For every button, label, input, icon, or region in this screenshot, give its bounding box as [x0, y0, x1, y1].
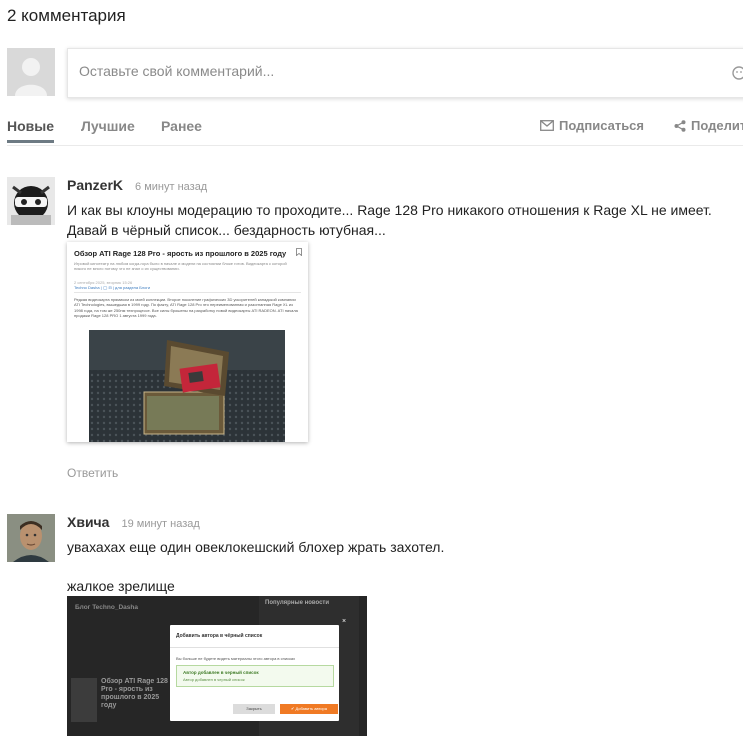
- article-divider: [74, 292, 301, 293]
- reply-link[interactable]: Ответить: [67, 466, 118, 480]
- article-meta: 2 сентября 2025, вторник 15:26 Techno Da…: [74, 280, 150, 290]
- comment-text-line: Давай в чёрный список... бездарность юту…: [67, 222, 386, 238]
- khvicha-avatar-image: [7, 514, 55, 562]
- bg-blog-title: Блог Techno_Dasha: [75, 604, 138, 611]
- article-title: Обзор ATI Rage 128 Pro - ярость из прошл…: [74, 249, 287, 258]
- comment-input[interactable]: Оставьте свой комментарий...: [67, 48, 743, 98]
- comments-count-title: 2 комментария: [7, 6, 126, 25]
- subscribe-label: Подписаться: [559, 118, 645, 133]
- comment-time[interactable]: 19 минут назад: [121, 518, 199, 530]
- comment-item: Хвича 19 минут назад увахахах еще один о…: [7, 514, 743, 738]
- comment-text-spacer: [67, 557, 743, 576]
- comment-text: увахахах еще один овеклокешский блохер ж…: [67, 537, 743, 596]
- share-label: Поделит: [691, 118, 743, 133]
- modal-text: Вы больше не будете видеть материалы это…: [176, 656, 296, 661]
- article-paragraph: Редкая видеокарта прямиком из моей колле…: [74, 297, 298, 319]
- default-avatar-icon: [7, 48, 55, 96]
- user-avatar-placeholder: [7, 48, 55, 96]
- comment-text-line: увахахах еще один овеклокешский блохер ж…: [67, 539, 445, 555]
- article-subtitle: Игровой кинотеатр на любом когда-гора бы…: [74, 261, 287, 271]
- emoji-icon[interactable]: [730, 65, 743, 81]
- blacklist-modal: Добавить автора в чёрный список Вы больш…: [170, 625, 339, 721]
- comment-item: PanzerK 6 минут назад И как вы клоуны мо…: [7, 177, 743, 480]
- success-title: Автор добавлен в черный список: [183, 670, 259, 675]
- gpu-box-photo: [89, 330, 285, 442]
- comment-input-placeholder: Оставьте свой комментарий...: [79, 63, 275, 79]
- comments-tabs: Новые Лучшие Ранее Подписаться Поделит: [7, 112, 743, 146]
- comment-text-line: И как вы клоуны модерацию то проходите..…: [67, 202, 712, 218]
- bg-card-title: Обзор ATI Rage 128 Pro - ярость из прошл…: [101, 678, 168, 709]
- modal-divider: [170, 647, 339, 648]
- success-subtitle: Автор добавлен в черный список: [183, 677, 245, 682]
- bg-sidebar-title: Популярные новости: [265, 600, 330, 606]
- tab-newest[interactable]: Новые: [7, 118, 55, 143]
- article-author-line: Techno Dasha | ◯ ⊟ | для раздела Блоги: [74, 285, 151, 290]
- attached-screenshot-article[interactable]: Обзор ATI Rage 128 Pro - ярость из прошл…: [67, 242, 308, 442]
- envelope-icon: [540, 120, 554, 131]
- bg-card-thumb: [71, 678, 97, 722]
- comment-author[interactable]: PanzerK: [67, 177, 123, 193]
- attached-screenshot-blacklist[interactable]: Блог Techno_Dasha Обзор ATI Rage 128 Pro…: [67, 596, 367, 736]
- comment-body: PanzerK 6 минут назад И как вы клоуны мо…: [67, 177, 743, 480]
- modal-add-button: ✔ Добавить автора: [280, 704, 338, 714]
- comment-text-line: жалкое зрелище: [67, 578, 175, 594]
- modal-success-alert: Автор добавлен в черный список Автор доб…: [176, 665, 334, 687]
- panzerk-avatar-image: [7, 177, 55, 225]
- modal-close-button: Закрыть: [233, 704, 275, 714]
- comment-text: И как вы клоуны модерацию то проходите..…: [67, 200, 743, 240]
- modal-close-icon: ×: [342, 618, 347, 625]
- comment-author[interactable]: Хвича: [67, 514, 109, 530]
- comment-composer: Оставьте свой комментарий...: [7, 48, 743, 98]
- tab-best[interactable]: Лучшие: [81, 118, 135, 134]
- subscribe-button[interactable]: Подписаться: [540, 118, 644, 133]
- avatar[interactable]: [7, 514, 55, 562]
- share-button[interactable]: Поделит: [674, 118, 743, 133]
- avatar[interactable]: [7, 177, 55, 225]
- comment-body: Хвича 19 минут назад увахахах еще один о…: [67, 514, 743, 736]
- modal-title: Добавить автора в чёрный список: [176, 633, 263, 639]
- share-icon: [674, 119, 686, 132]
- comment-time[interactable]: 6 минут назад: [135, 181, 207, 193]
- bookmark-icon: [296, 248, 302, 256]
- tab-oldest[interactable]: Ранее: [161, 118, 202, 134]
